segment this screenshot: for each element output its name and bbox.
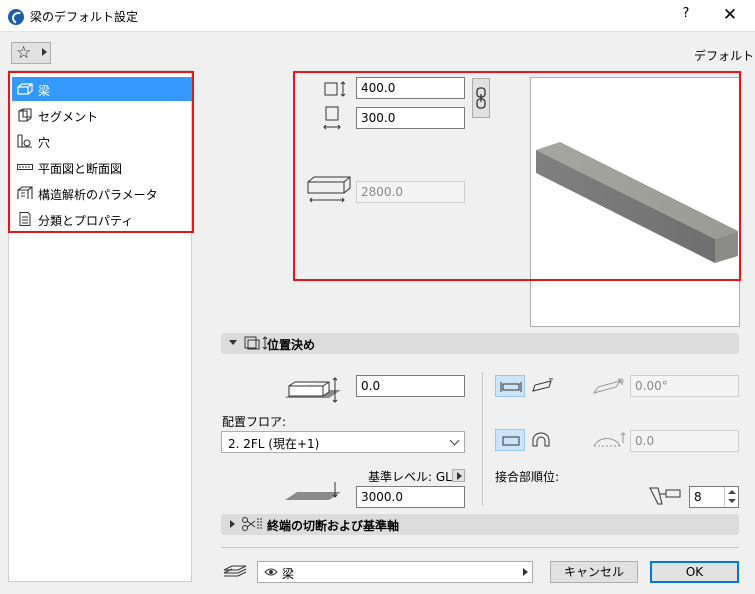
- junction-priority-icon: [649, 487, 681, 505]
- end-cuts-section-title: 終端の切断および基準軸: [267, 519, 400, 533]
- hole-icon: [17, 134, 32, 148]
- nav-item-segment[interactable]: セグメント: [12, 103, 192, 127]
- layer-value: 梁: [282, 567, 295, 581]
- nav-item-structural-analysis[interactable]: 構造解析のパラメータ: [12, 181, 192, 205]
- reference-level-menu-button[interactable]: [452, 469, 465, 482]
- beam-length-input[interactable]: 2800.0: [356, 181, 465, 203]
- link-dimensions-button[interactable]: [472, 78, 490, 118]
- beam-offset-icon: [285, 377, 341, 403]
- horizontal-beam-toggle[interactable]: [495, 375, 525, 397]
- footer-divider: [221, 547, 739, 548]
- home-story-select[interactable]: 2. 2FL (現在+1): [221, 431, 465, 453]
- ok-button[interactable]: OK: [650, 561, 739, 583]
- favorites-button[interactable]: ☆: [11, 42, 51, 64]
- straight-beam-toggle[interactable]: [495, 429, 525, 451]
- triangle-right-icon: [523, 568, 528, 576]
- floorplan-section-icon: [17, 164, 33, 170]
- nav-item-label: 構造解析のパラメータ: [38, 188, 158, 202]
- beam-3d-model: [536, 142, 738, 263]
- cancel-button[interactable]: キャンセル: [550, 561, 638, 583]
- triangle-right-icon: [457, 472, 462, 480]
- positioning-section-header[interactable]: 位置決め: [221, 333, 739, 354]
- nav-item-label: 梁: [38, 84, 51, 98]
- star-icon: ☆: [16, 43, 32, 63]
- nav-item-label: 分類とプロパティ: [38, 214, 134, 228]
- nav-item-hole[interactable]: 穴: [12, 129, 192, 153]
- slant-angle-input[interactable]: 0.00°: [630, 375, 739, 397]
- classification-icon: [19, 212, 31, 226]
- scissors-icon: [242, 517, 262, 531]
- reference-level-label: 基準レベル: GL: [368, 470, 452, 484]
- caret-right-icon: [230, 520, 235, 528]
- home-story-label: 配置フロア:: [222, 415, 287, 429]
- settings-nav-panel: 梁 セグメント 穴 平面図と断面図 構造解析のパラメータ 分類とプロパティ: [8, 70, 192, 582]
- horizontal-beam-icon: [500, 382, 522, 392]
- beam-icon: [17, 83, 33, 95]
- beam-3d-preview: [530, 77, 740, 327]
- arc-height-input[interactable]: 0.0: [630, 430, 739, 452]
- nav-item-floorplan-section[interactable]: 平面図と断面図: [12, 155, 192, 179]
- junction-priority-input[interactable]: 8: [689, 486, 739, 508]
- archicad-logo-icon: [8, 9, 24, 25]
- layer-icon: [223, 565, 247, 577]
- eye-icon: [264, 568, 278, 576]
- triangle-right-icon: [42, 48, 47, 56]
- straight-beam-icon: [502, 436, 520, 446]
- default-label: デフォルト: [694, 49, 755, 63]
- chevron-down-icon: [449, 435, 460, 446]
- end-cuts-section-header[interactable]: 終端の切断および基準軸: [221, 514, 739, 535]
- reference-level-input[interactable]: 3000.0: [356, 486, 465, 508]
- junction-priority-label: 接合部順位:: [495, 470, 560, 484]
- home-story-value: 2. 2FL (現在+1): [228, 437, 320, 451]
- beam-width-icon: [323, 106, 341, 130]
- segment-icon: [18, 108, 32, 122]
- stepper-up-icon[interactable]: [728, 490, 736, 494]
- slanted-beam-icon[interactable]: [530, 377, 554, 395]
- beam-length-icon: [307, 176, 351, 203]
- chain-link-icon: [476, 87, 486, 109]
- nav-item-classification[interactable]: 分類とプロパティ: [12, 207, 192, 231]
- nav-item-label: 平面図と断面図: [38, 162, 123, 176]
- stepper-down-icon[interactable]: [728, 499, 736, 503]
- nav-item-label: セグメント: [38, 110, 99, 124]
- layer-select[interactable]: 梁: [257, 561, 533, 583]
- reference-level-icon: [285, 482, 341, 500]
- positioning-section-title: 位置決め: [267, 338, 316, 352]
- beam-width-input[interactable]: 300.0: [356, 107, 465, 129]
- beam-height-input[interactable]: 400.0: [356, 77, 465, 99]
- caret-down-icon: [229, 340, 237, 345]
- structural-analysis-icon: [17, 186, 33, 199]
- close-button[interactable]: ✕: [712, 4, 748, 28]
- arc-height-icon: [593, 432, 626, 447]
- curved-beam-icon[interactable]: [530, 430, 552, 450]
- nav-item-label: 穴: [38, 136, 51, 150]
- junction-priority-value: 8: [694, 490, 702, 504]
- beam-height-icon: [324, 81, 346, 97]
- nav-item-beam[interactable]: 梁: [12, 77, 192, 101]
- window-title: 梁のデフォルト設定: [30, 10, 139, 24]
- slant-angle-icon: [592, 378, 624, 394]
- offset-input[interactable]: 0.0: [356, 375, 465, 397]
- help-button[interactable]: ?: [672, 6, 700, 26]
- positioning-divider: [482, 372, 483, 506]
- priority-stepper[interactable]: [724, 487, 738, 507]
